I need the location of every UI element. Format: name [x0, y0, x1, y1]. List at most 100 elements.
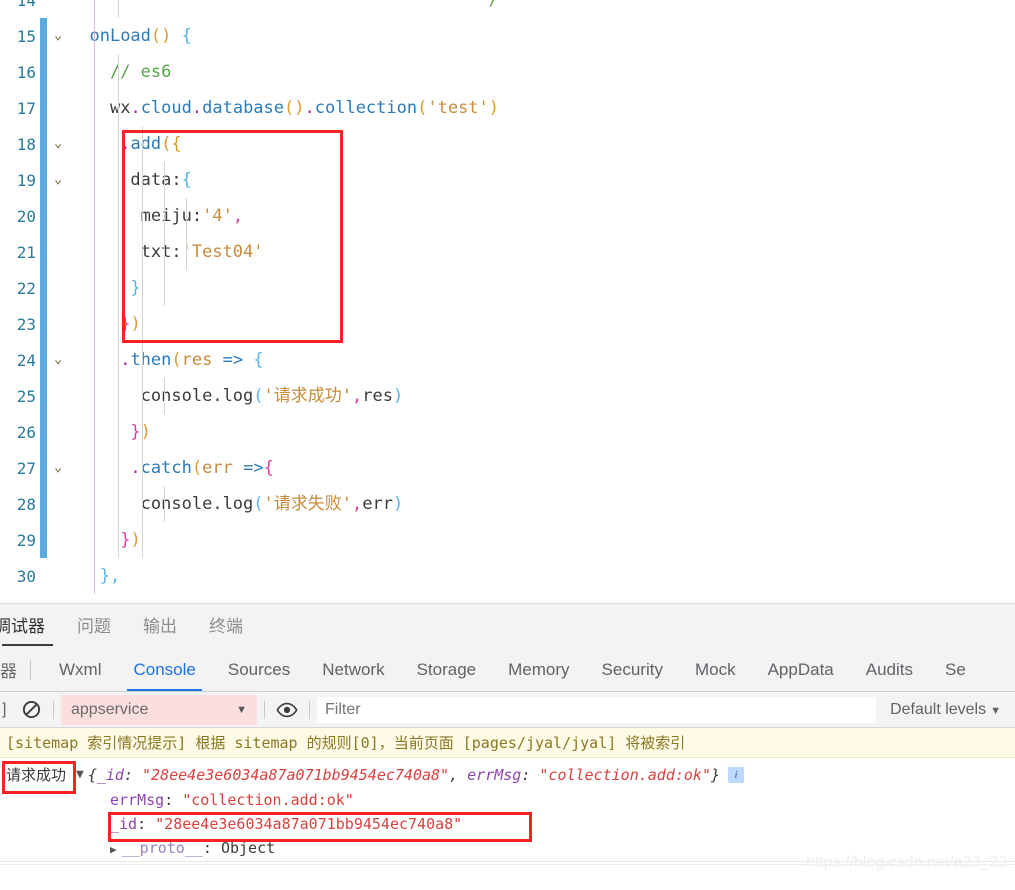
expand-triangle-icon[interactable]: ▶: [110, 843, 117, 856]
code-line[interactable]: 18 ⌄ .add({: [0, 126, 1015, 162]
devtools-tab-memory[interactable]: Memory: [492, 648, 585, 691]
code-editor[interactable]: 14 */15 ⌄ onLoad() {16 // es6 17 wx.cloud.…: [0, 0, 1015, 603]
code-line[interactable]: 26 }): [0, 414, 1015, 450]
devtools-tab-sources[interactable]: Sources: [212, 648, 306, 691]
code-line[interactable]: 17 wx.cloud.database().collection('test'…: [0, 90, 1015, 126]
code-text[interactable]: onLoad() {: [69, 18, 1015, 54]
code-line[interactable]: 29 }): [0, 522, 1015, 558]
object-property-row[interactable]: errMsg: "collection.add:ok": [6, 788, 1015, 812]
code-lines-container[interactable]: 14 */15 ⌄ onLoad() {16 // es6 17 wx.cloud.…: [0, 0, 1015, 594]
code-line[interactable]: 21 txt:'Test04': [0, 234, 1015, 270]
code-line[interactable]: 19 ⌄ data:{: [0, 162, 1015, 198]
code-text[interactable]: wx.cloud.database().collection('test'): [69, 90, 1015, 126]
indent-guide: [118, 162, 119, 198]
devtools-tab-se[interactable]: Se: [929, 648, 982, 691]
json-token: ,: [449, 766, 468, 784]
code-text[interactable]: }): [69, 522, 1015, 558]
console-filter-input[interactable]: [317, 696, 877, 723]
code-text[interactable]: // es6: [69, 54, 1015, 90]
panel-tab-3[interactable]: 终端: [193, 604, 259, 649]
code-text[interactable]: txt:'Test04': [69, 234, 1015, 270]
property-key: errMsg: [110, 791, 165, 809]
chevron-down-icon[interactable]: ⌄: [47, 18, 69, 54]
devtools-tab-network[interactable]: Network: [306, 648, 400, 691]
console-toolbar[interactable]: ] appservice ▼ Default levels▼: [0, 692, 1015, 728]
panel-tab-1[interactable]: 问题: [61, 604, 127, 649]
code-token: database: [202, 98, 285, 118]
code-line[interactable]: 30 },: [0, 558, 1015, 594]
panel-tab-bar[interactable]: 调试器 问题 输出 终端: [0, 603, 1015, 648]
console-log-entry[interactable]: 请求成功 ▼ {_id: "28ee4e3e6034a87a071bb9454e…: [0, 758, 1015, 865]
devtools-tab-storage[interactable]: Storage: [401, 648, 493, 691]
line-number: 20: [16, 206, 36, 226]
indent-guide: [142, 270, 143, 306]
devtools-tab-mock[interactable]: Mock: [679, 648, 752, 691]
eye-icon[interactable]: [272, 695, 302, 725]
line-number: 28: [16, 494, 36, 514]
console-log-summary-row[interactable]: 请求成功 ▼ {_id: "28ee4e3e6034a87a071bb9454e…: [6, 762, 1015, 788]
code-token: =>: [243, 458, 264, 478]
code-line[interactable]: 25 console.log('请求成功',res): [0, 378, 1015, 414]
indent-guide: [164, 198, 165, 234]
code-text[interactable]: */: [69, 0, 1015, 18]
panel-tab-0[interactable]: 调试器: [0, 604, 61, 649]
chevron-down-icon[interactable]: ⌄: [47, 450, 69, 486]
devtools-tab-console[interactable]: Console: [117, 648, 211, 691]
code-line[interactable]: 28 console.log('请求失败',err): [0, 486, 1015, 522]
code-token: '请求失败': [263, 494, 353, 514]
code-line[interactable]: 22 }: [0, 270, 1015, 306]
chevron-down-icon[interactable]: ⌄: [47, 342, 69, 378]
code-line[interactable]: 14 */: [0, 0, 1015, 18]
devtools-tab-bar[interactable]: 器 Wxml Console Sources Network Storage Memory…: [0, 648, 1015, 692]
code-line[interactable]: 27 ⌄ .catch(err =>{: [0, 450, 1015, 486]
code-text[interactable]: }): [69, 414, 1015, 450]
code-token: ): [130, 530, 141, 550]
indent-guide: [94, 414, 95, 450]
indent-guide: [118, 54, 119, 90]
devtools-tab-items[interactable]: Wxml Console Sources Network Storage Memory Se…: [43, 648, 982, 691]
code-token: :: [191, 206, 203, 226]
code-line[interactable]: 20 meiju:'4',: [0, 198, 1015, 234]
code-text[interactable]: }): [69, 306, 1015, 342]
code-token: res: [181, 350, 213, 370]
object-property-row[interactable]: _id: "28ee4e3e6034a87a071bb9454ec740a8": [6, 812, 1015, 836]
indent-guide: [94, 0, 95, 18]
code-text[interactable]: console.log('请求成功',res): [69, 378, 1015, 414]
code-token: '4': [202, 206, 233, 226]
console-output[interactable]: [sitemap 索引情况提示] 根据 sitemap 的规则[0]，当前页面 …: [0, 728, 1015, 890]
code-text[interactable]: .then(res => {: [69, 342, 1015, 378]
code-text[interactable]: console.log('请求失败',err): [69, 486, 1015, 522]
console-log-properties[interactable]: errMsg: "collection.add:ok" _id: "28ee4e3…: [6, 788, 1015, 860]
indent-guide: [142, 450, 143, 486]
indent-guide: [118, 198, 119, 234]
chevron-down-icon[interactable]: ⌄: [47, 162, 69, 198]
panel-tab-2[interactable]: 输出: [127, 604, 193, 649]
chevron-down-icon[interactable]: ⌄: [47, 126, 69, 162]
console-context-selector[interactable]: appservice ▼: [61, 694, 257, 725]
indent-guide: [164, 378, 165, 414]
console-levels-selector[interactable]: Default levels ▼: [876, 701, 1015, 719]
info-badge-icon[interactable]: i: [728, 767, 745, 783]
code-text[interactable]: .catch(err =>{: [69, 450, 1015, 486]
devtools-tab-security[interactable]: Security: [586, 648, 679, 691]
code-token: res: [362, 386, 393, 406]
indent-guide: [94, 450, 95, 486]
code-text[interactable]: meiju:'4',: [69, 198, 1015, 234]
change-indicator: [40, 522, 47, 558]
code-line[interactable]: 15 ⌄ onLoad() {: [0, 18, 1015, 54]
code-text[interactable]: }: [69, 270, 1015, 306]
devtools-tab-appdata[interactable]: AppData: [752, 648, 850, 691]
code-text[interactable]: data:{: [69, 162, 1015, 198]
devtools-tab-audits[interactable]: Audits: [850, 648, 929, 691]
code-line[interactable]: 16 // es6: [0, 54, 1015, 90]
devtools-tab-wxml[interactable]: Wxml: [43, 648, 117, 691]
code-line[interactable]: 24 ⌄ .then(res => {: [0, 342, 1015, 378]
no-entry-icon[interactable]: [16, 695, 46, 725]
code-text[interactable]: .add({: [69, 126, 1015, 162]
disclosure-triangle-icon[interactable]: ▼: [76, 762, 84, 788]
code-line[interactable]: 23 }): [0, 306, 1015, 342]
code-text[interactable]: },: [69, 558, 1015, 594]
